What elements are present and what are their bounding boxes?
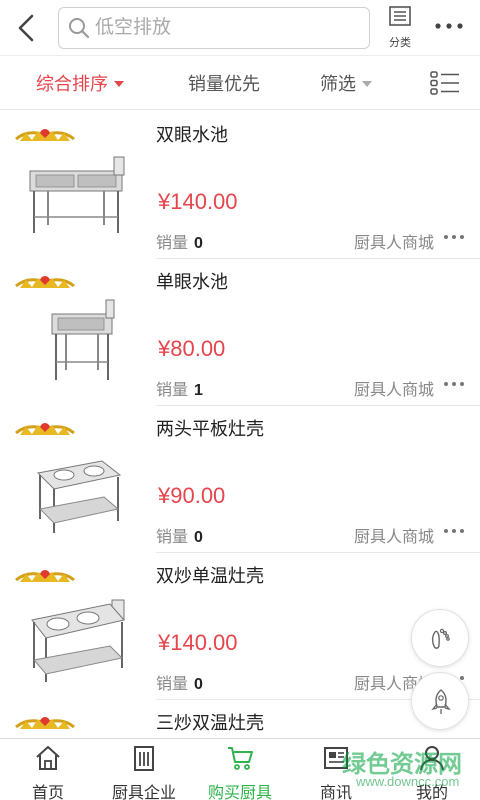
more-icon[interactable] bbox=[442, 374, 466, 394]
filter-button[interactable]: 筛选 bbox=[320, 70, 372, 96]
shop-name[interactable]: 厨具人商城 bbox=[354, 376, 434, 400]
category-list-icon bbox=[389, 6, 411, 26]
sales-label: 销量 bbox=[156, 529, 189, 546]
product-title[interactable]: 两头平板灶壳 bbox=[156, 415, 264, 441]
tab-enterprises-label: 厨具企业 bbox=[111, 785, 176, 800]
sort-comprehensive[interactable]: 综合排序 bbox=[36, 70, 124, 96]
product-meta: 销量 0 厨具人商城 bbox=[156, 523, 466, 547]
tab-buy-cookware-label: 购买厨具 bbox=[207, 785, 272, 800]
user-icon bbox=[420, 746, 444, 771]
category-label: 分类 bbox=[389, 37, 411, 49]
sales-count: 0 bbox=[194, 529, 203, 546]
sort-comprehensive-label: 综合排序 bbox=[36, 74, 108, 94]
stove-frame-image bbox=[31, 599, 125, 682]
product-price: ¥90.00 bbox=[158, 483, 226, 508]
footprint-icon bbox=[431, 628, 450, 649]
product-title[interactable]: 双眼水池 bbox=[156, 121, 228, 147]
tab-home-label: 首页 bbox=[31, 785, 64, 800]
sort-by-sales[interactable]: 销量优先 bbox=[188, 70, 260, 96]
top-bar: 分类 bbox=[0, 0, 480, 56]
category-button[interactable]: 分类 bbox=[380, 6, 420, 50]
double-sink-image bbox=[29, 156, 125, 233]
single-sink-image bbox=[51, 299, 115, 380]
crown-badge-icon bbox=[15, 276, 75, 288]
product-price: ¥140.00 bbox=[158, 189, 238, 214]
back-to-top-button[interactable] bbox=[411, 672, 469, 730]
product-meta: 销量 1 厨具人商城 bbox=[156, 376, 466, 400]
product-item[interactable]: 单眼水池 ¥80.00 销量 1 厨具人商城 bbox=[0, 258, 480, 406]
search-input[interactable] bbox=[95, 12, 355, 44]
more-icon[interactable] bbox=[442, 227, 466, 247]
home-icon bbox=[36, 746, 60, 770]
tab-mine[interactable]: 我的 bbox=[384, 739, 480, 800]
tab-home[interactable]: 首页 bbox=[0, 739, 96, 800]
sales-label: 销量 bbox=[156, 382, 189, 399]
crown-badge-icon bbox=[15, 717, 75, 729]
sales-label: 销量 bbox=[156, 235, 189, 252]
rocket-icon bbox=[431, 689, 451, 714]
dropdown-arrow-icon bbox=[362, 81, 372, 87]
building-icon bbox=[134, 746, 154, 771]
sales-count: 0 bbox=[194, 676, 203, 693]
product-item[interactable]: 两头平板灶壳 ¥90.00 销量 0 厨具人商城 bbox=[0, 405, 480, 553]
shop-name[interactable]: 厨具人商城 bbox=[354, 523, 434, 547]
more-icon[interactable] bbox=[442, 521, 466, 541]
product-title[interactable]: 双炒单温灶壳 bbox=[156, 562, 264, 588]
more-options-icon[interactable] bbox=[432, 14, 466, 38]
sort-bar: 综合排序 销量优先 筛选 bbox=[0, 56, 480, 110]
product-item[interactable]: 双眼水池 ¥140.00 销量 0 厨具人商城 bbox=[0, 111, 480, 259]
news-icon bbox=[324, 747, 348, 769]
dropdown-arrow-icon bbox=[114, 81, 124, 87]
crown-badge-icon bbox=[15, 570, 75, 582]
bottom-nav: 首页 厨具企业 购买厨具 商讯 我的 bbox=[0, 738, 480, 800]
tab-buy-cookware[interactable]: 购买厨具 bbox=[192, 739, 288, 800]
list-view-icon[interactable] bbox=[430, 70, 460, 96]
product-meta: 销量 0 厨具人商城 bbox=[156, 229, 466, 253]
tab-news[interactable]: 商讯 bbox=[288, 739, 384, 800]
footprint-button[interactable] bbox=[411, 609, 469, 667]
sales-count: 1 bbox=[194, 382, 203, 399]
product-item[interactable]: 双炒单温灶壳 ¥140.00 销量 0 厨具人商城 bbox=[0, 552, 480, 700]
filter-label: 筛选 bbox=[320, 74, 356, 94]
search-icon bbox=[69, 18, 90, 39]
sales-label: 销量 bbox=[156, 676, 189, 693]
product-item[interactable]: 三炒双温灶壳 bbox=[0, 699, 480, 738]
tab-news-label: 商讯 bbox=[319, 785, 352, 800]
tab-mine-label: 我的 bbox=[415, 785, 448, 800]
crown-badge-icon bbox=[15, 423, 75, 435]
product-title[interactable]: 单眼水池 bbox=[156, 268, 228, 294]
product-price: ¥140.00 bbox=[158, 630, 238, 655]
sales-count: 0 bbox=[194, 235, 203, 252]
tab-enterprises[interactable]: 厨具企业 bbox=[96, 739, 192, 800]
product-title[interactable]: 三炒双温灶壳 bbox=[156, 709, 264, 735]
flat-stove-frame-image bbox=[36, 460, 122, 533]
cart-icon bbox=[228, 747, 253, 770]
crown-badge-icon bbox=[15, 129, 75, 141]
search-box[interactable] bbox=[58, 7, 370, 49]
sort-by-sales-label: 销量优先 bbox=[188, 74, 260, 94]
product-price: ¥80.00 bbox=[158, 336, 226, 361]
shop-name[interactable]: 厨具人商城 bbox=[354, 229, 434, 253]
back-arrow-icon[interactable] bbox=[10, 10, 46, 46]
